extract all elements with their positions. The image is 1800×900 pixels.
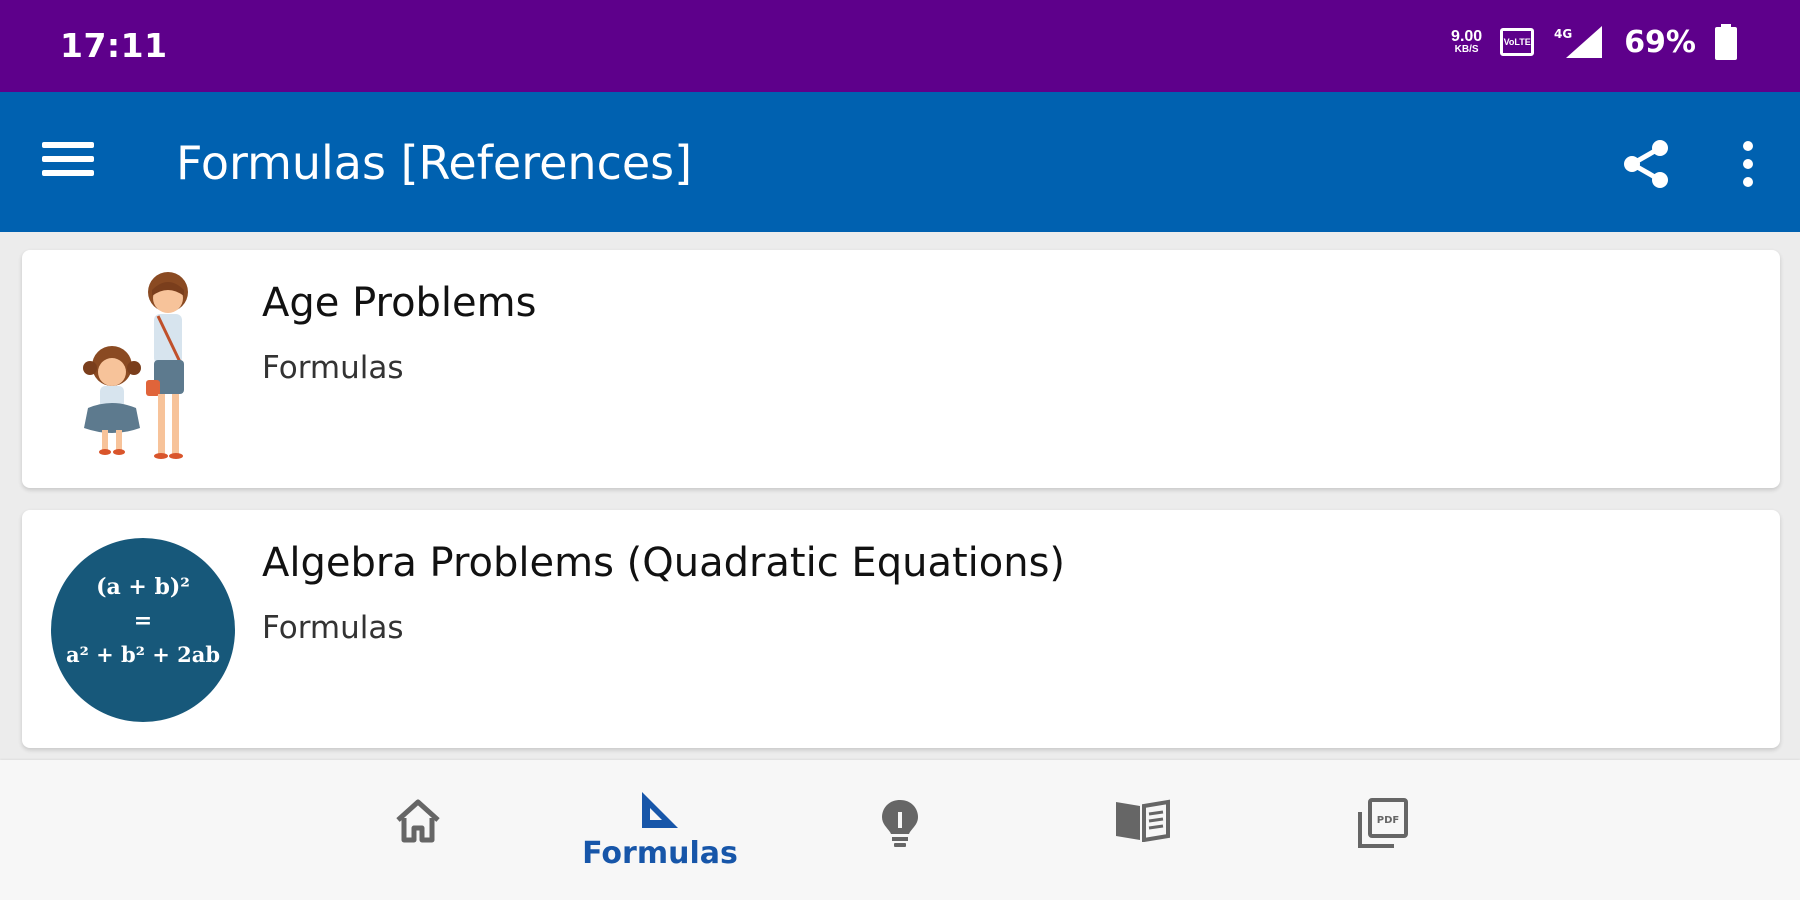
- nav-book[interactable]: [1062, 760, 1222, 900]
- lightbulb-icon: [882, 800, 918, 847]
- card-subtitle: Formulas: [262, 610, 404, 646]
- network-speed-value: 9.00: [1451, 28, 1483, 45]
- status-icons: 9.00 KB/S VoLTE 4G 69%: [1451, 24, 1738, 60]
- signal-icon: 4G: [1554, 26, 1603, 58]
- volte-icon: VoLTE: [1500, 28, 1535, 56]
- home-icon: [396, 799, 440, 843]
- card-subtitle: Formulas: [262, 350, 404, 386]
- battery-percent: 69%: [1624, 24, 1696, 60]
- share-icon[interactable]: [1620, 138, 1672, 190]
- more-vertical-icon[interactable]: [1730, 140, 1766, 188]
- badge-line-3: a² + b² + 2ab: [66, 642, 220, 667]
- network-speed: 9.00 KB/S: [1451, 29, 1482, 55]
- age-problems-illustration: [83, 272, 188, 459]
- svg-text:PDF: PDF: [1377, 815, 1399, 826]
- card-title: Age Problems: [262, 280, 537, 326]
- status-bar: 17:11 9.00 KB/S VoLTE 4G 69%: [0, 0, 1800, 92]
- page-title: Formulas [References]: [176, 136, 693, 190]
- status-time: 17:11: [60, 26, 168, 65]
- bottom-navigation: Formulas PDF: [0, 760, 1800, 900]
- card-age-problems[interactable]: Age Problems Formulas: [22, 250, 1780, 488]
- app-bar: Formulas [References]: [0, 92, 1800, 232]
- algebra-formula-badge: (a + b)² = a² + b² + 2ab: [51, 538, 235, 722]
- nav-home[interactable]: [338, 760, 498, 900]
- badge-line-1: (a + b)²: [96, 574, 190, 600]
- book-icon: [1116, 799, 1170, 842]
- network-speed-unit: KB/S: [1454, 44, 1479, 55]
- hamburger-menu-icon[interactable]: [42, 142, 94, 182]
- formula-list: Age Problems Formulas (a + b)² = a² + b²…: [0, 232, 1800, 760]
- badge-line-2: =: [134, 608, 152, 634]
- card-title: Algebra Problems (Quadratic Equations): [262, 540, 1066, 586]
- signal-type: 4G: [1554, 27, 1572, 41]
- pdf-icon: PDF: [1358, 798, 1408, 848]
- nav-pdf[interactable]: PDF: [1302, 760, 1462, 900]
- battery-icon: [1715, 24, 1737, 60]
- card-algebra-problems[interactable]: (a + b)² = a² + b² + 2ab Algebra Problem…: [22, 510, 1780, 748]
- nav-formulas[interactable]: Formulas: [580, 760, 740, 900]
- nav-label-formulas: Formulas: [582, 836, 738, 871]
- nav-tips[interactable]: [820, 760, 980, 900]
- set-square-icon: [642, 792, 678, 828]
